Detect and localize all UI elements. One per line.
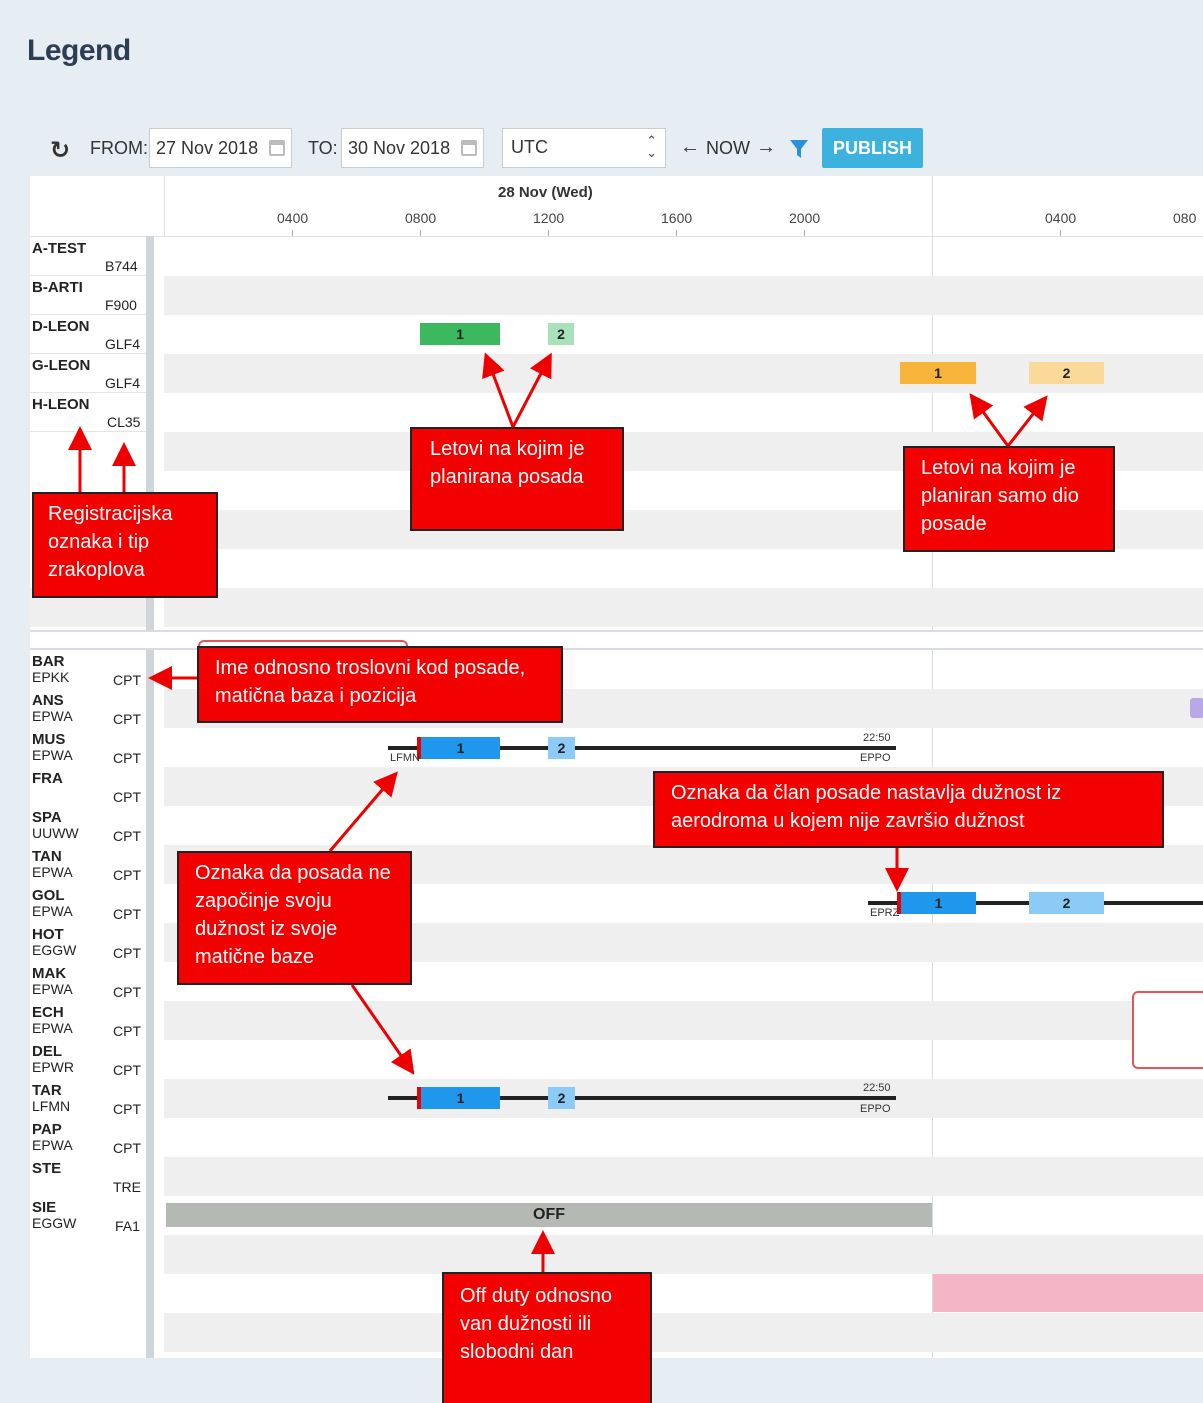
callout-arrows	[68, 352, 1048, 1272]
